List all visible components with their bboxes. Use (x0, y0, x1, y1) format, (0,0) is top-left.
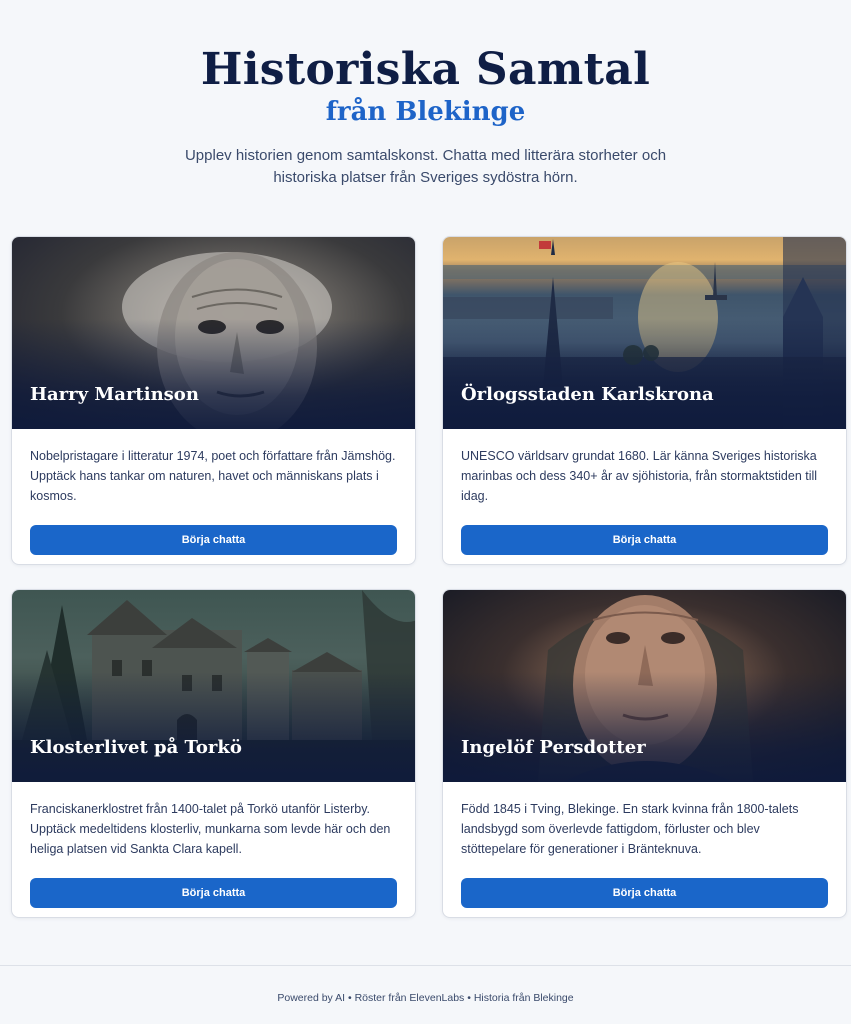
card-image-ingelof-persdotter: Ingelöf Persdotter (443, 590, 846, 782)
start-chat-button[interactable]: Börja chatta (30, 525, 397, 555)
card-description: Nobelpristagare i litteratur 1974, poet … (30, 449, 396, 503)
start-chat-button[interactable]: Börja chatta (461, 878, 828, 908)
card-harry-martinson: Harry Martinson Nobelpristagare i litter… (11, 236, 416, 565)
page-header: Historiska Samtal från Blekinge Upplev h… (0, 0, 851, 189)
page-intro: Upplev historien genom samtalskonst. Cha… (184, 147, 667, 186)
card-title: Harry Martinson (30, 384, 199, 405)
card-description: UNESCO världsarv grundat 1680. Lär känna… (461, 449, 818, 503)
image-shade (443, 672, 846, 782)
page-subtitle: från Blekinge (325, 97, 526, 127)
card-torko: Klosterlivet på Torkö Franciskanerklostr… (11, 589, 416, 918)
image-shade (443, 319, 846, 429)
card-description: Franciskanerklostret från 1400-talet på … (30, 802, 391, 856)
footer-text: Powered by AI • Röster från ElevenLabs •… (277, 992, 574, 1004)
card-image-harry-martinson: Harry Martinson (12, 237, 415, 429)
page-footer: Powered by AI • Röster från ElevenLabs •… (0, 965, 851, 1024)
card-body: Franciskanerklostret från 1400-talet på … (12, 782, 415, 908)
card-title: Ingelöf Persdotter (461, 737, 646, 758)
card-image-karlskrona: Örlogsstaden Karlskrona (443, 237, 846, 429)
card-description: Född 1845 i Tving, Blekinge. En stark kv… (461, 802, 799, 856)
image-shade (12, 319, 415, 429)
card-karlskrona: Örlogsstaden Karlskrona UNESCO världsarv… (442, 236, 847, 565)
start-chat-button[interactable]: Börja chatta (461, 525, 828, 555)
image-shade (12, 672, 415, 782)
card-body: Född 1845 i Tving, Blekinge. En stark kv… (443, 782, 846, 908)
start-chat-button[interactable]: Börja chatta (30, 878, 397, 908)
card-title: Klosterlivet på Torkö (30, 737, 242, 758)
card-ingelof-persdotter: Ingelöf Persdotter Född 1845 i Tving, Bl… (442, 589, 847, 918)
card-body: UNESCO världsarv grundat 1680. Lär känna… (443, 429, 846, 555)
card-grid: Harry Martinson Nobelpristagare i litter… (11, 236, 847, 918)
card-body: Nobelpristagare i litteratur 1974, poet … (12, 429, 415, 555)
page-title: Historiska Samtal (200, 44, 651, 95)
card-title: Örlogsstaden Karlskrona (461, 384, 714, 405)
card-image-torko: Klosterlivet på Torkö (12, 590, 415, 782)
